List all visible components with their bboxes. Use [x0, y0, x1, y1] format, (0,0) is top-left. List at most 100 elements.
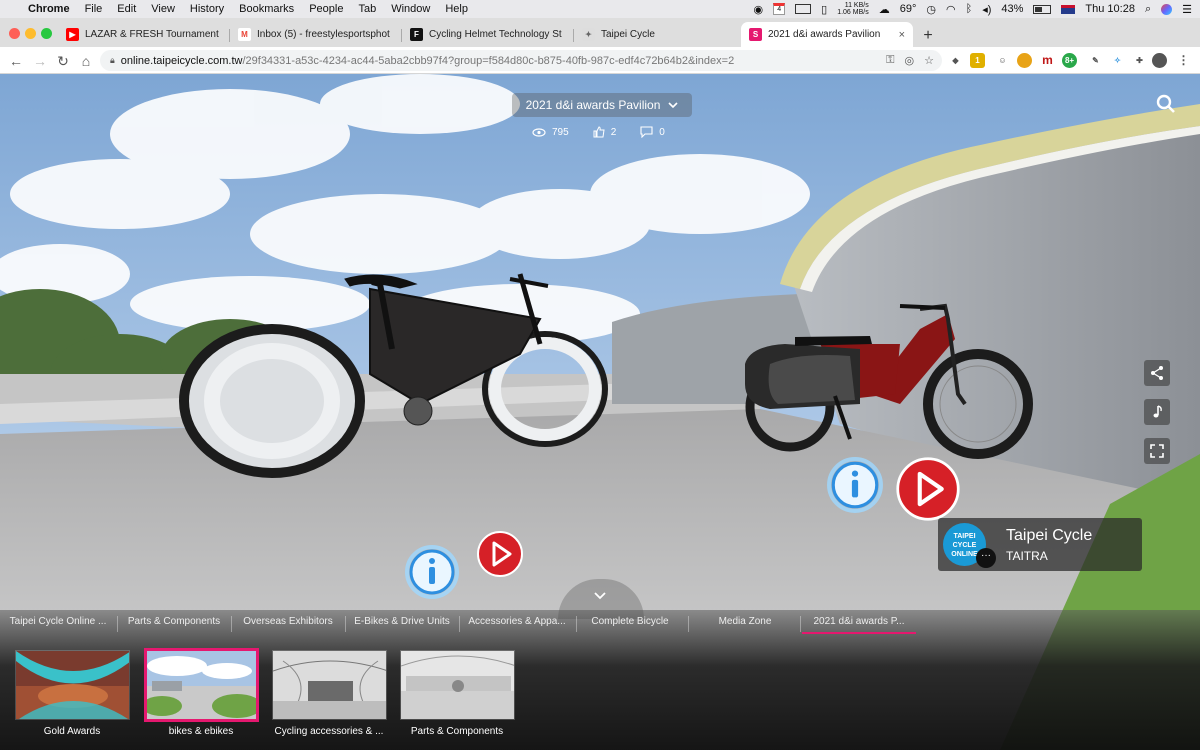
- fullscreen-button[interactable]: [1144, 438, 1170, 464]
- play-hotspot-icon[interactable]: [476, 530, 524, 578]
- network-monitor[interactable]: 11 KB/s 1.06 MB/s: [837, 2, 869, 16]
- comments-stat[interactable]: 0: [640, 126, 665, 138]
- extensions-puzzle-icon[interactable]: ✚: [1132, 53, 1147, 68]
- siri-icon[interactable]: [1161, 3, 1173, 15]
- comment-icon[interactable]: [640, 126, 653, 138]
- gmail-icon: M: [238, 28, 251, 41]
- scene-label[interactable]: Cycling accessories & ...: [269, 726, 389, 737]
- menu-bar: Chrome File Edit View History Bookmarks …: [0, 0, 1200, 18]
- logo-line: CYCLE: [952, 542, 977, 549]
- tab-strip: ▶ LAZAR & FRESH Tournament M Inbox (5) -…: [0, 18, 1200, 47]
- flag-uk-icon[interactable]: [1061, 4, 1076, 14]
- panorama-viewer[interactable]: 2021 d&i awards Pavilion 795 2 0 TAIPEI …: [0, 74, 1200, 750]
- menu-app-chrome[interactable]: Chrome: [28, 3, 70, 15]
- comments-count: 0: [659, 126, 665, 138]
- category-tab[interactable]: Media Zone: [700, 616, 790, 634]
- calendar-icon[interactable]: 4: [773, 3, 786, 15]
- phone-icon[interactable]: ▯: [821, 3, 827, 16]
- menu-history[interactable]: History: [190, 3, 224, 15]
- profile-avatar[interactable]: [1152, 53, 1167, 68]
- scene-thumbnail-cycling-accessories[interactable]: [272, 650, 387, 720]
- address-bar[interactable]: 🔒︎ online.taipeicycle.com.tw/29f34331-a5…: [100, 50, 942, 71]
- bluetooth-icon[interactable]: ᛒ: [966, 3, 973, 15]
- music-button[interactable]: [1144, 399, 1170, 425]
- zoom-window-button[interactable]: [41, 28, 52, 39]
- exhibitor-card[interactable]: TAIPEI CYCLE ONLINE ··· Taipei Cycle TAI…: [938, 518, 1142, 571]
- tab-title: LAZAR & FRESH Tournament: [85, 29, 219, 40]
- scene-label-active[interactable]: bikes & ebikes: [141, 726, 261, 737]
- menu-people[interactable]: People: [309, 3, 343, 15]
- spotlight-icon[interactable]: ⌕: [1145, 3, 1151, 16]
- share-button[interactable]: [1144, 360, 1170, 386]
- home-button[interactable]: ⌂: [76, 51, 96, 71]
- menu-bookmarks[interactable]: Bookmarks: [239, 3, 294, 15]
- tab-youtube[interactable]: ▶ LAZAR & FRESH Tournament: [58, 22, 228, 47]
- creative-cloud-icon[interactable]: ◉: [754, 3, 764, 16]
- category-tab[interactable]: Accessories & Appa...: [464, 616, 570, 634]
- pavilion-dropdown[interactable]: 2021 d&i awards Pavilion: [512, 93, 692, 117]
- wifi-icon[interactable]: ◠: [946, 3, 956, 16]
- extension-user-icon[interactable]: ☺: [995, 53, 1010, 68]
- more-options-icon[interactable]: ···: [976, 548, 996, 568]
- weather-icon[interactable]: ☁: [879, 3, 890, 16]
- tab-awards-pavilion[interactable]: S 2021 d&i awards Pavilion ×: [741, 22, 913, 47]
- dropbox-icon[interactable]: ◆: [948, 53, 963, 68]
- scene-label[interactable]: Parts & Components: [397, 726, 517, 737]
- extension-feather-icon[interactable]: ✧: [1110, 53, 1125, 68]
- chrome-menu-icon[interactable]: ⋮: [1176, 53, 1191, 68]
- menu-file[interactable]: File: [85, 3, 103, 15]
- category-tab[interactable]: Taipei Cycle Online ...: [6, 616, 110, 634]
- scene-thumbnail-bikes-ebikes[interactable]: [144, 648, 259, 722]
- forward-button[interactable]: →: [30, 51, 50, 71]
- menu-view[interactable]: View: [151, 3, 175, 15]
- info-hotspot-icon[interactable]: [404, 544, 460, 600]
- play-hotspot-icon[interactable]: [895, 456, 961, 522]
- menu-edit[interactable]: Edit: [117, 3, 136, 15]
- clock[interactable]: Thu 10:28: [1085, 3, 1135, 15]
- info-hotspot-icon[interactable]: [826, 456, 884, 514]
- category-tab[interactable]: Complete Bicycle: [582, 616, 678, 634]
- control-center-icon[interactable]: ☰: [1182, 3, 1192, 16]
- exhibitor-org: TAITRA: [1006, 549, 1048, 563]
- likes-stat[interactable]: 2: [593, 126, 616, 138]
- search-icon[interactable]: [1154, 92, 1178, 116]
- key-icon[interactable]: ⚿: [886, 54, 894, 67]
- scene-thumbnail-gold-awards[interactable]: [15, 650, 130, 720]
- new-tab-button[interactable]: +: [918, 26, 938, 46]
- scene-thumbnail-parts-components[interactable]: [400, 650, 515, 720]
- extension-m-icon[interactable]: m: [1040, 53, 1055, 68]
- temperature[interactable]: 69°: [900, 3, 917, 15]
- category-tab[interactable]: Overseas Exhibitors: [238, 616, 338, 634]
- bookmark-star-icon[interactable]: ☆: [924, 54, 934, 67]
- close-tab-icon[interactable]: ×: [899, 29, 905, 41]
- tab-taipei-cycle[interactable]: ✦ Taipei Cycle: [574, 22, 740, 47]
- battery-icon[interactable]: [1033, 4, 1052, 14]
- battery-percent[interactable]: 43%: [1001, 3, 1023, 15]
- extension-grammarly-icon[interactable]: 8+: [1062, 53, 1077, 68]
- chevron-down-icon: [594, 592, 606, 600]
- close-window-button[interactable]: [9, 28, 20, 39]
- pavilion-title: 2021 d&i awards Pavilion: [525, 98, 661, 112]
- thumbs-up-icon[interactable]: [593, 126, 605, 138]
- menu-tab[interactable]: Tab: [358, 3, 376, 15]
- extension-tools-icon[interactable]: ✎: [1088, 53, 1103, 68]
- logo-line: TAIPEI: [953, 533, 976, 540]
- display-icon[interactable]: [795, 4, 812, 14]
- volume-icon[interactable]: ◂): [982, 3, 991, 16]
- minimize-window-button[interactable]: [25, 28, 36, 39]
- lock-icon[interactable]: 🔒︎: [110, 55, 115, 66]
- category-tab[interactable]: Parts & Components: [124, 616, 224, 634]
- eye-slash-icon[interactable]: ◎: [905, 54, 915, 67]
- tab-cycling-helmet[interactable]: F Cycling Helmet Technology St: [402, 22, 572, 47]
- menu-help[interactable]: Help: [445, 3, 468, 15]
- back-button[interactable]: ←: [6, 51, 26, 71]
- scene-label[interactable]: Gold Awards: [12, 726, 132, 737]
- extension-yellow-icon[interactable]: 1: [970, 53, 985, 68]
- menu-window[interactable]: Window: [391, 3, 430, 15]
- reload-button[interactable]: ↻: [53, 51, 73, 71]
- category-tab[interactable]: E-Bikes & Drive Units: [350, 616, 454, 634]
- tab-gmail[interactable]: M Inbox (5) - freestylesportsphot: [230, 22, 400, 47]
- time-machine-icon[interactable]: ◷: [926, 3, 936, 16]
- extension-circle-icon[interactable]: [1017, 53, 1032, 68]
- category-tab-active[interactable]: 2021 d&i awards P...: [802, 616, 916, 634]
